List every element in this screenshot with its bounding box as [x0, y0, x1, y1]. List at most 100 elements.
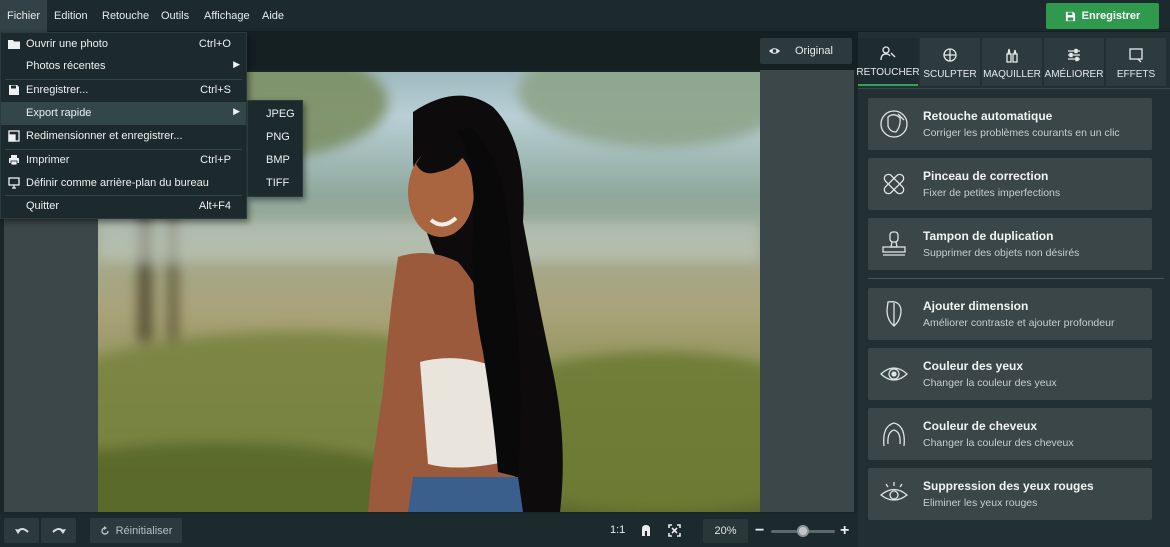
zoom-slider-thumb[interactable] — [797, 525, 809, 537]
tool-desc: Améliorer contraste et ajouter profondeu… — [923, 317, 1115, 329]
redo-icon — [51, 527, 66, 534]
menu-affichage[interactable]: Affichage — [197, 0, 257, 32]
menu-item-label: Photos récentes — [26, 60, 106, 72]
menu-retouche[interactable]: Retouche — [95, 0, 156, 32]
reset-button[interactable]: Réinitialiser — [90, 518, 182, 543]
tab-maquiller[interactable]: MAQUILLER — [982, 38, 1042, 86]
menu-item-label: Export rapide — [26, 107, 92, 119]
reset-icon — [100, 525, 109, 535]
tool-desc: Supprimer des objets non désirés — [923, 247, 1080, 259]
face-dimension-icon — [886, 301, 902, 327]
menu-item-quick-export[interactable]: Export rapide ▶ — [1, 102, 246, 125]
makeup-icon — [1006, 48, 1018, 63]
menu-item-label: Définir comme arrière-plan du bureau — [26, 177, 209, 189]
tool-title: Couleur de cheveux — [923, 419, 1038, 433]
zoom-out-button[interactable]: − — [755, 514, 764, 547]
export-png[interactable]: PNG — [248, 126, 302, 149]
tab-sculpter[interactable]: SCULPTER — [920, 38, 980, 86]
tab-effets[interactable]: EFFETS — [1106, 38, 1166, 86]
submenu-arrow-icon: ▶ — [233, 59, 240, 69]
resize-icon — [8, 130, 20, 142]
tab-label: AMÉLIORER — [1044, 69, 1104, 80]
tool-desc: Corriger les problèmes courants en un cl… — [923, 127, 1120, 139]
tool-title: Ajouter dimension — [923, 299, 1029, 313]
floppy-icon — [1065, 11, 1075, 21]
menu-item-label: Imprimer — [26, 154, 70, 166]
redo-button[interactable] — [41, 518, 76, 543]
original-label: Original — [795, 45, 833, 57]
tool-retouche-automatique[interactable]: Retouche automatique Corriger les problè… — [868, 98, 1152, 150]
export-jpeg[interactable]: JPEG — [248, 103, 302, 126]
menu-item-resize-save[interactable]: Redimensionner et enregistrer... — [1, 125, 246, 148]
stamp-icon — [882, 231, 906, 256]
sliders-icon — [1068, 48, 1080, 62]
fullscreen-icon[interactable] — [668, 524, 681, 538]
menu-item-print[interactable]: Imprimer Ctrl+P — [1, 149, 246, 172]
tool-suppression-des-yeux-rouges[interactable]: Suppression des yeux rouges Eliminer les… — [868, 468, 1152, 520]
export-tiff[interactable]: TIFF — [248, 172, 302, 195]
original-toggle-button[interactable]: Original — [760, 38, 852, 64]
zoom-value[interactable]: 20% — [703, 519, 748, 543]
hair-icon — [883, 422, 905, 447]
menu-item-shortcut: Alt+F4 — [198, 200, 231, 212]
tool-title: Couleur des yeux — [923, 359, 1024, 373]
canvas-margin-right — [760, 70, 854, 512]
file-menu-dropdown: Ouvrir une photo Ctrl+O Photos récentes … — [0, 32, 247, 219]
menubar: Fichier Edition Retouche Outils Affichag… — [0, 0, 1170, 32]
tool-tampon-de-duplication[interactable]: Tampon de duplication Supprimer des obje… — [868, 218, 1152, 270]
tool-couleur-des-yeux[interactable]: Couleur des yeux Changer la couleur des … — [868, 348, 1152, 400]
person-brush-icon — [880, 46, 896, 61]
printer-icon — [9, 155, 19, 166]
menu-item-save[interactable]: Enregistrer... Ctrl+S — [1, 79, 246, 102]
menu-item-label: Ouvrir une photo — [26, 38, 108, 50]
sculpt-icon — [943, 48, 957, 62]
red-eye-icon — [879, 482, 909, 501]
tool-desc: Eliminer les yeux rouges — [923, 497, 1038, 509]
export-bmp[interactable]: BMP — [248, 149, 302, 172]
menu-item-label: Quitter — [26, 200, 60, 212]
tool-couleur-de-cheveux[interactable]: Couleur de cheveux Changer la couleur de… — [868, 408, 1152, 460]
menu-fichier[interactable]: Fichier — [0, 0, 48, 32]
menu-item-shortcut: Ctrl+O — [198, 38, 231, 50]
menu-item-quit[interactable]: Quitter Alt+F4 — [1, 195, 246, 218]
menu-item-shortcut: Ctrl+S — [200, 84, 231, 96]
fit-screen-icon[interactable] — [640, 524, 652, 538]
tab-label: SCULPTER — [923, 69, 977, 80]
tool-title: Retouche automatique — [923, 109, 1053, 123]
menu-aide[interactable]: Aide — [255, 0, 291, 32]
tab-label: RETOUCHER — [856, 67, 920, 78]
eye-color-icon — [880, 367, 908, 381]
tab-label: MAQUILLER — [983, 69, 1041, 80]
tab-label: EFFETS — [1116, 69, 1156, 80]
quick-export-submenu: JPEG PNG BMP TIFF — [247, 100, 303, 197]
tab-ameliorer[interactable]: AMÉLIORER — [1044, 38, 1104, 86]
tool-desc: Changer la couleur des cheveux — [923, 437, 1074, 449]
ratio-button[interactable]: 1:1 — [610, 514, 625, 547]
tool-title: Suppression des yeux rouges — [923, 479, 1094, 493]
tool-ajouter-dimension[interactable]: Ajouter dimension Améliorer contraste et… — [868, 288, 1152, 340]
bottom-toolbar: Réinitialiser 1:1 20% − + — [0, 514, 858, 547]
menu-outils[interactable]: Outils — [154, 0, 196, 32]
menu-item-open-photo[interactable]: Ouvrir une photo Ctrl+O — [1, 33, 246, 56]
tool-desc: Fixer de petites imperfections — [923, 187, 1061, 199]
save-button-label: Enregistrer — [1081, 10, 1141, 22]
tabs-divider — [858, 88, 1170, 89]
menu-item-recent-photos[interactable]: Photos récentes ▶ — [1, 55, 246, 78]
reset-label: Réinitialiser — [115, 524, 173, 537]
eye-icon — [768, 48, 781, 54]
monitor-icon — [8, 177, 20, 189]
save-button[interactable]: Enregistrer — [1046, 3, 1159, 29]
effects-icon — [1129, 48, 1143, 63]
menu-item-shortcut: Ctrl+P — [200, 154, 231, 166]
menu-item-label: Enregistrer... — [26, 84, 89, 96]
menu-edition[interactable]: Edition — [47, 0, 95, 32]
undo-button[interactable] — [4, 518, 39, 543]
tool-pinceau-de-correction[interactable]: Pinceau de correction Fixer de petites i… — [868, 158, 1152, 210]
tools-panel: RETOUCHER SCULPTER MAQUILLER AMÉLIORER E… — [856, 32, 1170, 547]
zoom-in-button[interactable]: + — [840, 514, 849, 547]
undo-icon — [14, 527, 29, 534]
submenu-arrow-icon: ▶ — [233, 106, 240, 116]
menu-item-set-wallpaper[interactable]: Définir comme arrière-plan du bureau — [1, 172, 246, 195]
category-tabs: RETOUCHER SCULPTER MAQUILLER AMÉLIORER E… — [856, 38, 1170, 90]
tab-retoucher[interactable]: RETOUCHER — [856, 38, 920, 86]
